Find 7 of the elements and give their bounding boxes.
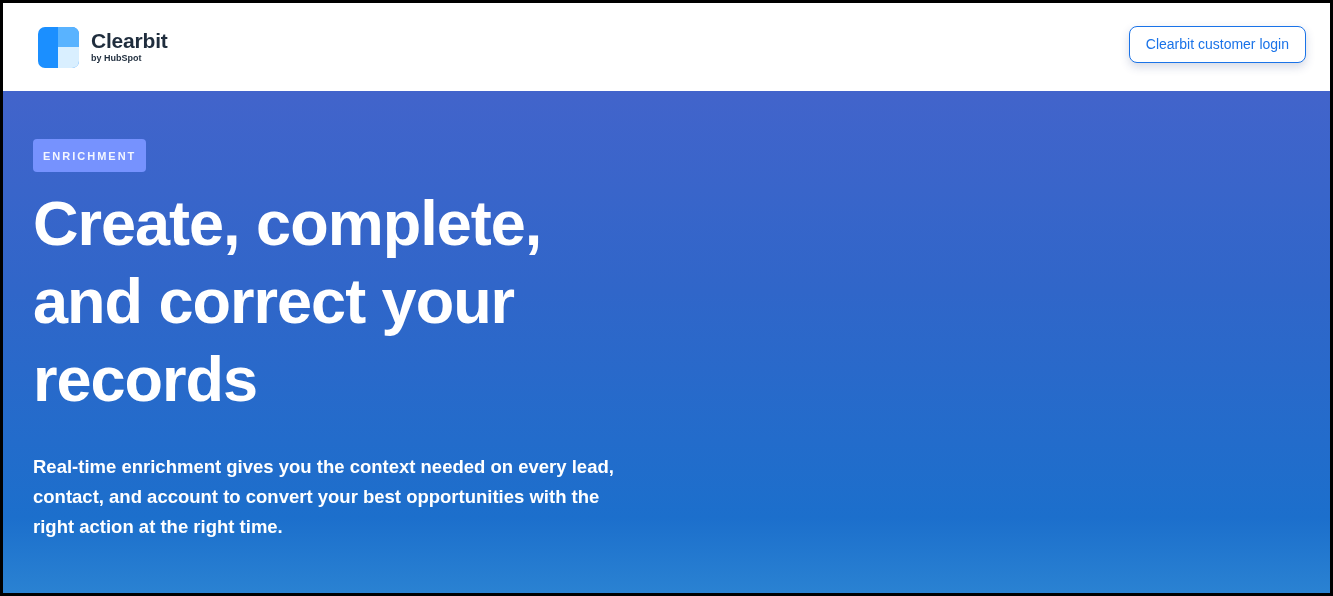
- category-badge: ENRICHMENT: [33, 139, 147, 172]
- hero-description: Real-time enrichment gives you the context needed on every lead, contact, and account to convert your best opportunities with the right action at the right time.: [33, 455, 615, 539]
- logo-icon: [38, 26, 79, 68]
- customer-login-button[interactable]: Clearbit customer login: [1128, 25, 1306, 63]
- hero-heading: Create, complete, and correct your records: [33, 187, 543, 416]
- logo-name: Clearbit: [91, 30, 168, 52]
- logo-tagline: by HubSpot: [91, 52, 143, 64]
